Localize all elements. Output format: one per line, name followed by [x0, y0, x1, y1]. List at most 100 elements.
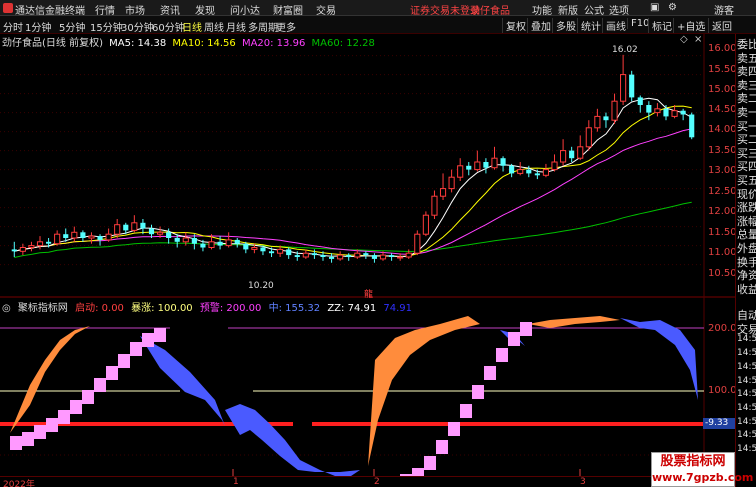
candle	[611, 100, 618, 121]
indicator-over: 预警: 200.00	[199, 303, 262, 314]
candle	[466, 165, 472, 170]
pink-step-bar	[34, 425, 46, 439]
candle	[405, 252, 412, 258]
price-tick: 14.50	[708, 104, 737, 115]
candle	[80, 232, 86, 238]
candle	[585, 127, 592, 148]
candle	[577, 146, 584, 159]
blue-area	[225, 404, 360, 476]
indicator-info-line: ◎ 聚标指标网 启动: 0.00 暴涨: 100.00 预警: 200.00 中…	[2, 299, 416, 314]
candle	[54, 233, 61, 245]
price-tick: 11.00	[708, 247, 737, 258]
candle	[320, 255, 326, 257]
candle	[63, 234, 69, 238]
kline-chart[interactable]	[0, 0, 735, 476]
candle	[448, 176, 455, 190]
candle	[217, 241, 223, 246]
quote-panel-label: 14:50	[737, 444, 756, 454]
indicator-settings-icon[interactable]: ◎	[2, 303, 11, 314]
indicator-mid: 中: 155.32	[268, 303, 321, 314]
candle	[260, 247, 266, 252]
candle	[594, 115, 601, 129]
candle	[311, 253, 317, 256]
candle	[534, 173, 540, 176]
pink-step-bar	[412, 468, 424, 476]
candle	[182, 237, 189, 243]
price-tick: 12.50	[708, 186, 737, 197]
pink-step-bar	[142, 333, 154, 347]
candle	[19, 247, 26, 252]
candle	[71, 231, 78, 239]
indicator-zz: ZZ: 74.91	[327, 303, 377, 314]
pink-step-bar	[436, 440, 448, 454]
candle	[88, 235, 95, 239]
indicator-current-value: -9.33	[703, 418, 735, 429]
price-tick: 15.00	[708, 84, 737, 95]
candle	[457, 165, 464, 178]
orange-area	[10, 326, 90, 433]
pink-step-bar	[520, 322, 532, 336]
quote-panel-label: 14:50	[737, 348, 756, 359]
indicator-name: 聚标指标网	[17, 303, 68, 314]
candle	[646, 105, 652, 113]
candle	[397, 256, 404, 259]
candle	[526, 169, 532, 174]
candle	[689, 114, 695, 138]
pink-step-bar	[22, 432, 34, 446]
candle	[491, 157, 498, 169]
candle	[277, 248, 284, 254]
price-tick: 15.50	[708, 64, 737, 75]
candle	[148, 228, 155, 235]
candle	[560, 150, 567, 163]
pink-step-bar	[460, 404, 472, 418]
candle	[363, 253, 369, 256]
price-tick: 11.50	[708, 227, 737, 238]
candle	[191, 238, 197, 244]
candle	[156, 231, 164, 235]
candle	[225, 239, 232, 247]
candle	[131, 222, 138, 231]
quote-panel-label: 14:50	[737, 402, 756, 413]
candle	[431, 195, 438, 216]
quote-panel-label: 14:50	[737, 361, 756, 372]
quote-panel-label: 收益	[737, 282, 756, 296]
candle	[46, 241, 52, 244]
high-price-label: 16.02	[612, 45, 638, 55]
pink-step-bar	[508, 332, 520, 346]
quote-panel-label: 14:50	[737, 389, 756, 400]
candle	[620, 74, 627, 102]
candle	[268, 251, 275, 254]
candle	[28, 245, 35, 249]
blue-area	[140, 336, 225, 426]
watermark-title: 股票指标网	[660, 454, 726, 469]
indicator-start: 启动: 0.00	[75, 303, 124, 314]
candle	[671, 110, 678, 117]
pink-step-bar	[472, 385, 484, 399]
pink-step-bar	[58, 410, 70, 424]
candle	[346, 255, 352, 257]
candle	[637, 97, 643, 105]
candle	[422, 214, 429, 235]
candle	[114, 224, 121, 235]
pink-step-bar	[484, 366, 496, 380]
candle	[654, 108, 661, 114]
candle	[542, 169, 550, 176]
price-tick: 16.00	[708, 43, 737, 54]
candle	[234, 239, 240, 244]
time-label: 2	[374, 477, 380, 487]
indicator-sell: 暴涨: 100.00	[131, 303, 193, 314]
candle	[680, 110, 686, 115]
candle	[11, 249, 17, 252]
pink-step-bar	[82, 390, 94, 404]
time-axis: 2022年 1 2 3	[0, 476, 735, 487]
pink-step-bar	[496, 348, 508, 362]
candle	[251, 247, 258, 250]
candle	[474, 161, 481, 171]
candle	[354, 252, 361, 258]
candle	[603, 116, 609, 121]
candle	[328, 257, 335, 259]
pink-step-bar	[70, 400, 82, 414]
candle	[371, 255, 378, 259]
indicator-extra: 74.91	[383, 303, 413, 314]
price-tick: 12.00	[708, 206, 737, 217]
